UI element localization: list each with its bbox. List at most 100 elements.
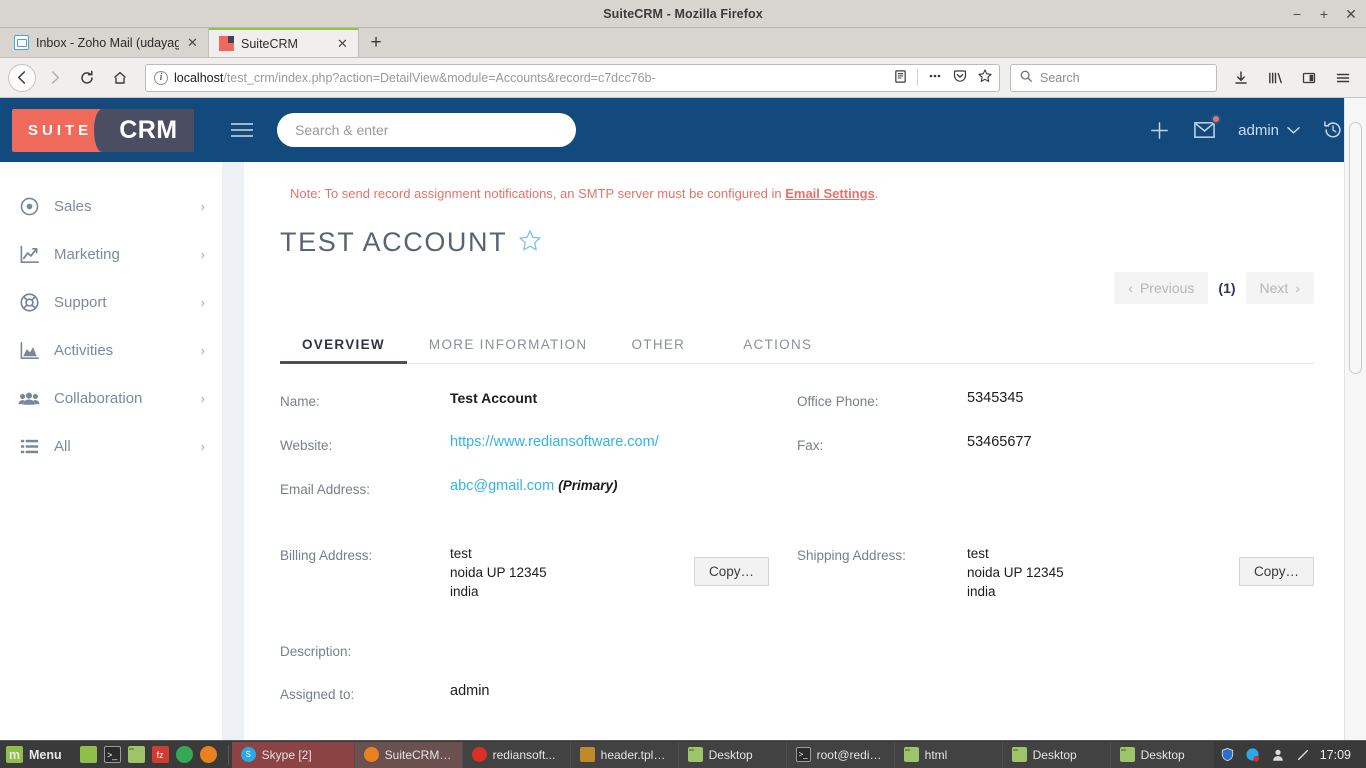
reload-icon[interactable] xyxy=(72,63,102,93)
user-menu[interactable]: admin xyxy=(1238,122,1300,139)
envelope-icon[interactable] xyxy=(1193,114,1222,140)
url-path: /test_crm/index.php?action=DetailView&mo… xyxy=(223,70,656,85)
task-desktop-1[interactable]: Desktop xyxy=(678,741,787,768)
sidebar-item-activities[interactable]: Activities › xyxy=(0,326,222,374)
quick-launch: >_ fz xyxy=(72,746,225,763)
area-chart-icon xyxy=(18,339,40,361)
filezilla-icon[interactable]: fz xyxy=(151,746,169,763)
divider xyxy=(227,744,229,765)
chevron-right-icon: › xyxy=(200,342,205,358)
window-title: SuiteCRM - Mozilla Firefox xyxy=(603,6,763,21)
logo-crm-text: CRM xyxy=(94,108,194,152)
field-value: abc@gmail.com (Primary) xyxy=(450,476,797,494)
history-icon[interactable] xyxy=(1322,119,1344,141)
sidebar-icon[interactable] xyxy=(1294,63,1324,93)
tab-actions[interactable]: ACTIONS xyxy=(721,324,834,363)
library-icon[interactable] xyxy=(1260,63,1290,93)
home-icon[interactable] xyxy=(105,63,135,93)
task-rediansoftware[interactable]: rediansoft... xyxy=(462,741,571,768)
next-button[interactable]: Next › xyxy=(1245,272,1314,304)
page-scrollbar[interactable] xyxy=(1344,98,1366,740)
detail-tabs: OVERVIEW MORE INFORMATION OTHER ACTIONS xyxy=(280,324,1314,364)
task-terminal-root[interactable]: >_ root@redia... xyxy=(786,741,895,768)
files-icon[interactable] xyxy=(127,746,145,763)
chevron-right-icon: › xyxy=(200,198,205,214)
tab-more-information[interactable]: MORE INFORMATION xyxy=(407,327,610,363)
browser-tab-suitecrm[interactable]: SuiteCRM ✕ xyxy=(209,28,359,57)
task-skype[interactable]: S Skype [2] xyxy=(231,741,355,768)
suitecrm-logo[interactable]: SUITE CRM xyxy=(12,108,205,152)
site-info-icon[interactable]: i xyxy=(154,70,168,85)
field-column-left: Name: Test Account Website: https://www.… xyxy=(280,388,797,725)
user-icon[interactable] xyxy=(1270,747,1286,763)
crm-search-input[interactable]: Search & enter xyxy=(277,113,576,147)
skype-icon: S xyxy=(240,747,256,762)
field-value: 53465677 xyxy=(967,434,1032,450)
task-label: SuiteCRM - ... xyxy=(384,747,453,762)
website-link[interactable]: https://www.rediansoftware.com/ xyxy=(450,434,659,450)
task-desktop-3[interactable]: Desktop xyxy=(1110,741,1214,768)
hamburger-menu-icon[interactable] xyxy=(231,123,253,137)
field-value: https://www.rediansoftware.com/ xyxy=(450,432,797,450)
record-name: TEST ACCOUNT xyxy=(280,227,508,257)
brightness-icon[interactable] xyxy=(1295,747,1311,763)
browser-search-bar[interactable]: Search xyxy=(1010,63,1217,92)
taskbar-clock[interactable]: 17:09 xyxy=(1320,748,1358,762)
page-actions-icon[interactable] xyxy=(927,68,943,87)
tab-other[interactable]: OTHER xyxy=(609,327,707,363)
task-suitecrm[interactable]: SuiteCRM - ... xyxy=(354,741,463,768)
smtp-note: Note: To send record assignment notifica… xyxy=(280,184,1314,201)
star-outline-icon[interactable] xyxy=(518,229,542,256)
downloads-icon[interactable] xyxy=(1226,63,1256,93)
close-button[interactable]: ✕ xyxy=(1344,7,1358,21)
chevron-right-icon: › xyxy=(200,294,205,310)
bookmark-star-icon[interactable] xyxy=(977,68,993,87)
previous-label: Previous xyxy=(1139,280,1195,296)
minimize-button[interactable]: − xyxy=(1290,7,1304,21)
sidebar-item-collaboration[interactable]: Collaboration › xyxy=(0,374,222,422)
scrollbar-thumb[interactable] xyxy=(1349,122,1362,374)
chevron-right-icon: › xyxy=(200,438,205,454)
forward-icon[interactable] xyxy=(39,63,69,93)
browser-tab-zoho[interactable]: Inbox - Zoho Mail (udayagiri.r ✕ xyxy=(4,28,209,57)
copy-shipping-address-button[interactable]: Copy… xyxy=(1238,557,1314,586)
shield-icon[interactable] xyxy=(1220,747,1236,763)
previous-button[interactable]: ‹ Previous xyxy=(1114,272,1209,304)
copy-billing-address-button[interactable]: Copy… xyxy=(693,557,769,586)
close-icon[interactable]: ✕ xyxy=(186,36,199,49)
browser-toolbar: i localhost/test_crm/index.php?action=De… xyxy=(0,58,1366,98)
task-html[interactable]: html xyxy=(894,741,1003,768)
new-tab-button[interactable]: + xyxy=(359,28,393,57)
terminal-icon[interactable] xyxy=(79,746,97,763)
reader-view-icon[interactable] xyxy=(893,69,908,87)
chart-line-icon xyxy=(18,243,40,265)
email-link[interactable]: abc@gmail.com xyxy=(450,478,554,494)
console-icon[interactable]: >_ xyxy=(103,746,121,763)
skype-tray-icon[interactable] xyxy=(1245,747,1261,763)
firefox-icon xyxy=(363,747,379,762)
email-settings-link[interactable]: Email Settings xyxy=(785,186,875,201)
tab-overview[interactable]: OVERVIEW xyxy=(280,327,407,364)
folder-icon xyxy=(1119,747,1135,762)
sidebar-item-all[interactable]: All › xyxy=(0,422,222,470)
sidebar-item-marketing[interactable]: Marketing › xyxy=(0,230,222,278)
start-menu-button[interactable]: m Menu xyxy=(0,746,72,763)
task-header-tpl[interactable]: header.tpl -... xyxy=(570,741,679,768)
url-bar[interactable]: i localhost/test_crm/index.php?action=De… xyxy=(145,63,1000,92)
maximize-button[interactable]: + xyxy=(1317,7,1331,21)
add-record-button[interactable] xyxy=(1148,119,1171,142)
chrome-icon[interactable] xyxy=(175,746,193,763)
crm-header-actions: admin xyxy=(1148,114,1366,142)
billing-address-value: test noida UP 12345 india xyxy=(450,542,547,601)
close-icon[interactable]: ✕ xyxy=(336,37,349,50)
pocket-icon[interactable] xyxy=(952,68,968,87)
back-icon[interactable] xyxy=(8,63,36,92)
field-value: admin xyxy=(450,683,490,699)
task-desktop-2[interactable]: Desktop xyxy=(1002,741,1111,768)
firefox-icon[interactable] xyxy=(199,746,217,763)
sidebar-item-sales[interactable]: Sales › xyxy=(0,182,222,230)
task-label: Desktop xyxy=(1140,747,1185,762)
divider xyxy=(917,69,918,86)
sidebar-item-support[interactable]: Support › xyxy=(0,278,222,326)
menu-icon[interactable] xyxy=(1328,63,1358,93)
